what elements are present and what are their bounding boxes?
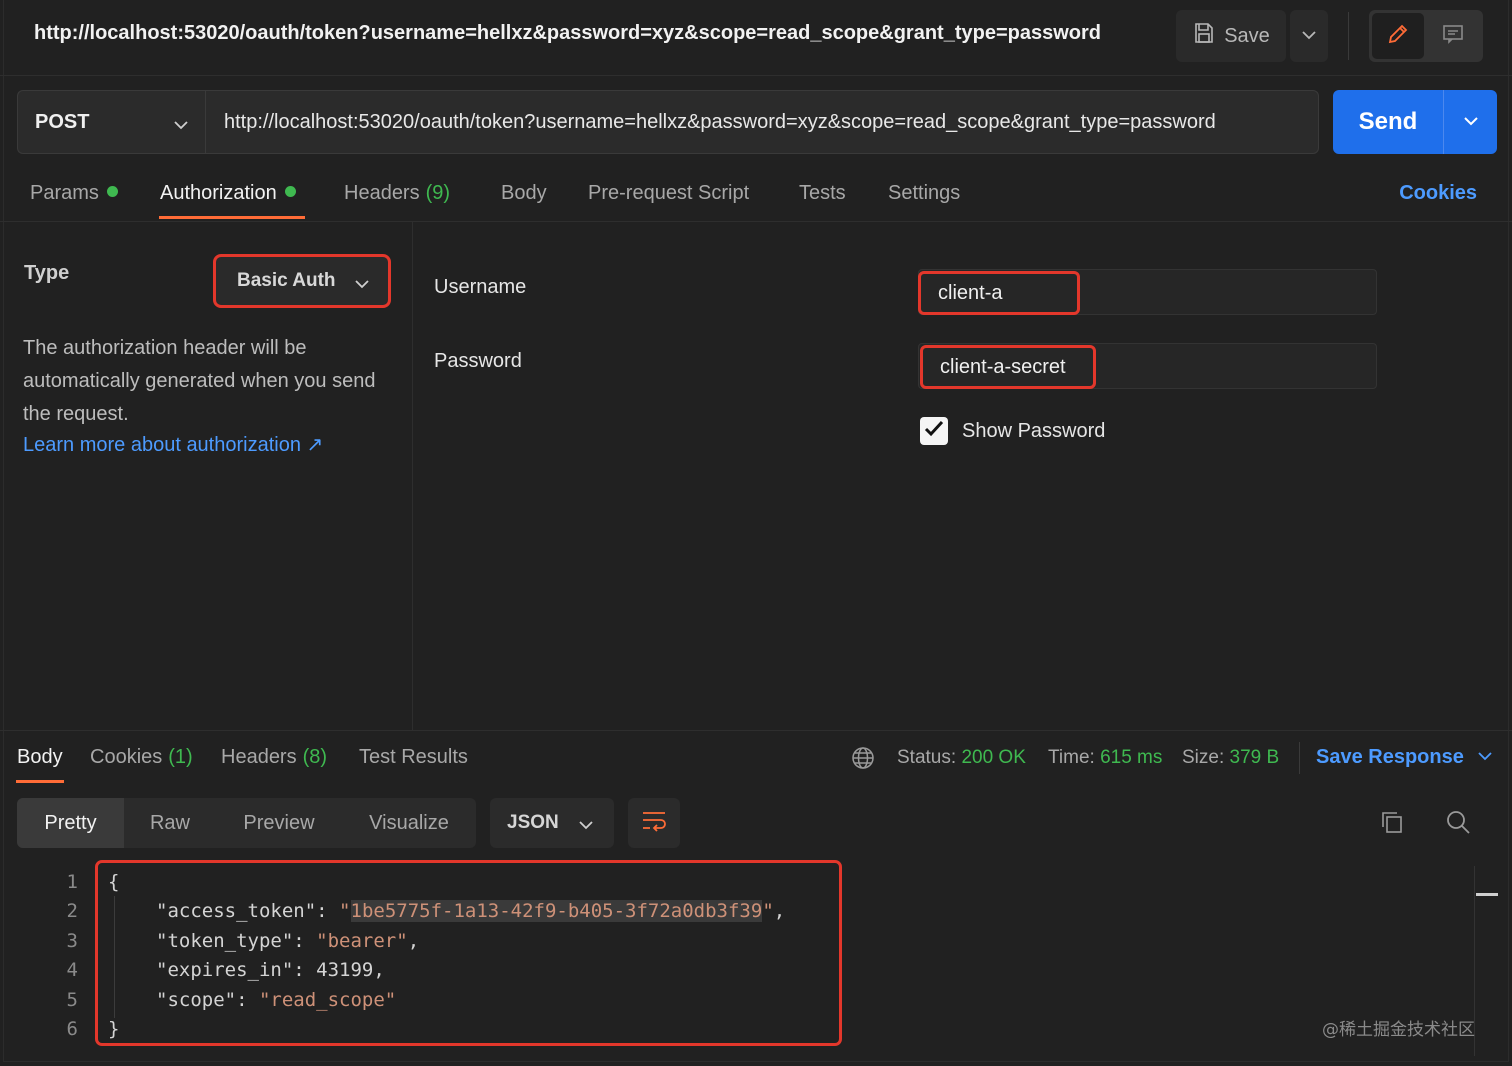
view-mode-pretty[interactable]: Pretty	[17, 798, 124, 848]
password-label: Password	[434, 350, 522, 372]
save-options-button[interactable]	[1290, 10, 1328, 62]
response-tab-headers[interactable]: Headers (8)	[221, 746, 327, 769]
search-icon[interactable]	[1444, 808, 1472, 841]
comment-icon	[1441, 22, 1465, 51]
highlight-box	[95, 860, 842, 1046]
tab-label: Params	[30, 182, 99, 204]
tab-settings[interactable]: Settings	[888, 182, 960, 205]
line-number: 1	[66, 871, 78, 893]
line-number: 3	[66, 930, 78, 952]
chevron-down-icon	[173, 113, 189, 136]
time-readout: Time: 615 ms	[1048, 747, 1162, 769]
response-tab-test-results[interactable]: Test Results	[359, 746, 468, 769]
request-title[interactable]: http://localhost:53020/oauth/token?usern…	[34, 22, 1101, 45]
line-number: 6	[66, 1018, 78, 1040]
tab-label: Headers	[344, 182, 420, 204]
chevron-down-icon	[1463, 113, 1479, 131]
line-number: 4	[66, 959, 78, 981]
show-password-checkbox[interactable]	[920, 417, 948, 445]
save-response-label: Save Response	[1316, 746, 1464, 768]
response-tab-cookies[interactable]: Cookies (1)	[90, 746, 193, 769]
response-tab-body[interactable]: Body	[17, 746, 63, 769]
chevron-down-icon	[1477, 744, 1493, 766]
tab-headers[interactable]: Headers (9)	[344, 182, 450, 205]
line-number: 2	[66, 900, 78, 922]
url-input[interactable]: http://localhost:53020/oauth/token?usern…	[205, 90, 1319, 154]
tab-label: Authorization	[160, 182, 277, 204]
status-dot	[106, 186, 118, 198]
learn-more-link[interactable]: Learn more about authorization ↗	[23, 432, 323, 457]
status-value: 200 OK	[961, 747, 1026, 768]
view-mode-raw[interactable]: Raw	[124, 798, 216, 848]
save-button[interactable]: Save	[1176, 10, 1286, 62]
auth-type-value: Basic Auth	[237, 270, 336, 291]
divider	[1299, 742, 1300, 774]
wrap-lines-button[interactable]	[628, 798, 680, 848]
status-readout: Status: 200 OK	[897, 747, 1026, 769]
line-number: 5	[66, 989, 78, 1011]
copy-icon[interactable]	[1378, 808, 1406, 841]
status-label: Status:	[897, 747, 957, 768]
username-value[interactable]: client-a	[918, 271, 1080, 315]
tab-count: (1)	[168, 746, 193, 768]
time-value: 615 ms	[1100, 747, 1163, 768]
title-bar: http://localhost:53020/oauth/token?usern…	[0, 0, 1512, 76]
view-mode-preview[interactable]: Preview	[216, 798, 342, 848]
tab-label: Headers	[221, 746, 297, 768]
tab-params[interactable]: Params	[30, 182, 118, 205]
auth-type-label: Type	[24, 262, 70, 284]
password-value[interactable]: client-a-secret	[920, 345, 1096, 389]
username-label: Username	[434, 276, 527, 298]
tab-authorization[interactable]: Authorization	[160, 182, 296, 205]
request-tabs: Params Authorization Headers (9) Body Pre…	[0, 170, 1512, 222]
pencil-icon	[1386, 22, 1410, 51]
globe-icon[interactable]	[851, 746, 875, 775]
show-password-label[interactable]: Show Password	[962, 420, 1105, 443]
chevron-down-icon	[578, 814, 594, 836]
tab-label: Cookies	[90, 746, 163, 768]
active-tab-indicator	[16, 780, 64, 783]
size-readout: Size: 379 B	[1182, 747, 1279, 769]
chevron-down-icon	[354, 273, 370, 295]
divider	[1348, 12, 1349, 60]
size-label: Size:	[1182, 747, 1225, 768]
tab-pre-request-script[interactable]: Pre-request Script	[588, 182, 749, 205]
tab-count: (9)	[425, 182, 451, 204]
method-select[interactable]: POST	[17, 90, 205, 154]
save-label: Save	[1224, 24, 1270, 47]
status-dot	[284, 186, 296, 198]
format-value: JSON	[507, 812, 559, 833]
tab-body[interactable]: Body	[501, 182, 547, 205]
floppy-disk-icon	[1192, 21, 1216, 51]
time-label: Time:	[1048, 747, 1095, 768]
active-tab-indicator	[159, 216, 305, 219]
tab-tests[interactable]: Tests	[799, 182, 846, 205]
send-button-group: Send	[1333, 90, 1497, 154]
cookies-link[interactable]: Cookies	[1399, 182, 1477, 205]
send-button[interactable]: Send	[1333, 90, 1443, 154]
method-value: POST	[35, 110, 90, 133]
save-response-button[interactable]: Save Response	[1316, 746, 1493, 769]
checkmark-icon	[924, 420, 944, 443]
auth-description: The authorization header will be automat…	[23, 337, 376, 425]
chevron-down-icon	[1301, 27, 1317, 45]
scrollbar-thumb[interactable]	[1476, 893, 1498, 896]
auth-type-select[interactable]: Basic Auth	[213, 254, 391, 308]
size-value: 379 B	[1229, 747, 1280, 768]
watermark: @稀土掘金技术社区	[1322, 1020, 1475, 1040]
tab-count: (8)	[302, 746, 328, 768]
send-options-button[interactable]	[1444, 90, 1497, 154]
comment-mode-button[interactable]	[1427, 13, 1479, 59]
wrap-lines-icon	[641, 810, 667, 837]
response-view-modes: Pretty Raw Preview Visualize	[17, 798, 476, 848]
format-select[interactable]: JSON	[490, 798, 614, 848]
view-mode-visualize[interactable]: Visualize	[342, 798, 476, 848]
divider	[0, 730, 1512, 731]
view-mode-toggle	[1369, 10, 1483, 62]
edit-mode-button[interactable]	[1372, 13, 1424, 59]
